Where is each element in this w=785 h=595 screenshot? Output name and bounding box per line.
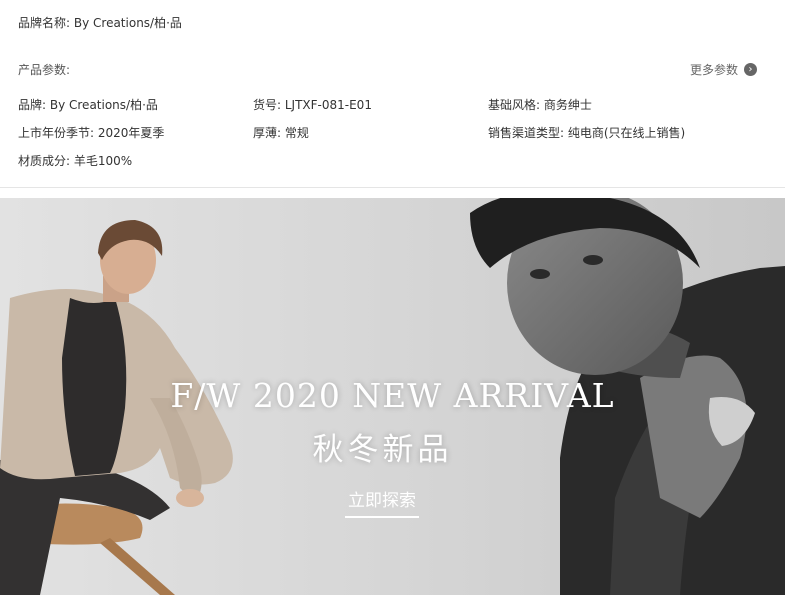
- param-season: 上市年份季节: 2020年夏季: [18, 126, 165, 140]
- promo-banner[interactable]: F/W 2020 NEW ARRIVAL 秋冬新品 立即探索: [0, 198, 785, 595]
- hand: [176, 489, 204, 507]
- banner-headline-cn: 秋冬新品: [312, 432, 453, 468]
- more-params-label: 更多参数: [689, 63, 738, 77]
- params-title: 产品参数:: [18, 63, 71, 77]
- brand-name-row: 品牌名称: By Creations/柏·品: [18, 14, 182, 31]
- brand-name-value: By Creations/柏·品: [73, 16, 182, 30]
- param-sales-channel: 销售渠道类型: 纯电商(只在线上销售): [488, 126, 686, 140]
- chevron-right-circle-icon: ›: [744, 63, 757, 76]
- more-params-link[interactable]: 更多参数 ›: [690, 61, 757, 78]
- section-divider: [0, 187, 785, 188]
- param-style: 基础风格: 商务绅士: [488, 98, 592, 112]
- eye-right: [583, 255, 603, 265]
- banner-headline-en: F/W 2020 NEW ARRIVAL: [170, 376, 615, 415]
- param-thickness: 厚薄: 常规: [253, 126, 309, 140]
- brand-name-label: 品牌名称:: [18, 16, 71, 30]
- explore-button[interactable]: 立即探索: [345, 490, 419, 518]
- param-material: 材质成分: 羊毛100%: [18, 154, 133, 168]
- param-brand: 品牌: By Creations/柏·品: [18, 98, 158, 112]
- params-header: 产品参数: 更多参数 ›: [18, 61, 757, 77]
- param-item-number: 货号: LJTXF-081-E01: [253, 98, 372, 112]
- eye-left: [530, 269, 550, 279]
